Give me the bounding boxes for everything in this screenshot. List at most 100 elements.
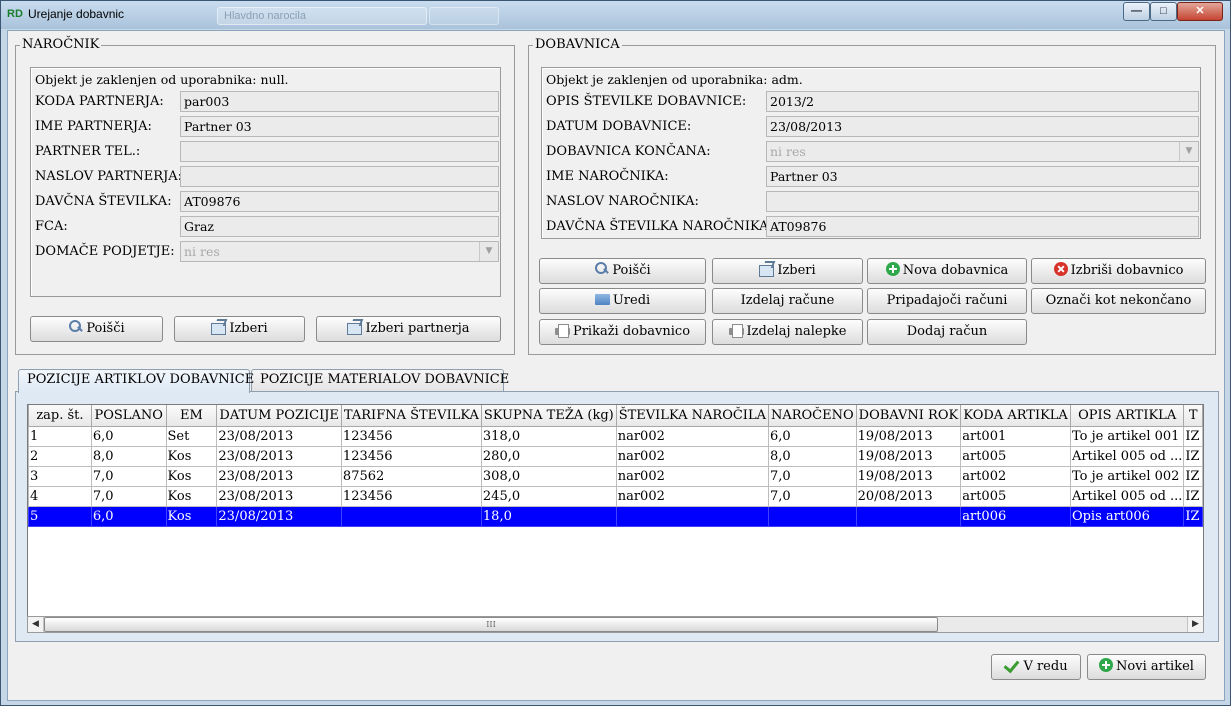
table-cell[interactable]: 20/08/2013: [855, 485, 962, 507]
dobavnica-search-button[interactable]: Poišči: [539, 258, 706, 284]
table-cell[interactable]: Kos: [165, 445, 218, 467]
table-row[interactable]: 1 6,0 Set 23/08/2013 123456 318,0 nar002 6,0 19/…: [28, 425, 1203, 447]
column-header[interactable]: TARIFNA ŠTEVILKA: [340, 405, 482, 427]
column-header[interactable]: NAROČENO: [767, 405, 857, 427]
column-header[interactable]: OPIS ARTIKLA: [1069, 405, 1185, 427]
table-cell[interactable]: art001: [960, 425, 1071, 447]
table-cell[interactable]: IZ: [1183, 425, 1203, 447]
pozicije-table[interactable]: zap. št. POSLANO EM DATUM POZICIJE TARIF…: [27, 404, 1204, 632]
table-cell[interactable]: 8,0: [767, 445, 857, 467]
table-cell[interactable]: 87562: [340, 465, 482, 487]
horizontal-scrollbar[interactable]: ◀ III ▶: [27, 616, 1204, 633]
column-header[interactable]: EM: [165, 405, 218, 427]
create-invoices-button[interactable]: Izdelaj račune: [712, 288, 863, 314]
table-cell[interactable]: 8,0: [90, 445, 167, 467]
chevron-down-icon[interactable]: ▼: [479, 242, 498, 261]
table-cell[interactable]: 23/08/2013: [216, 425, 342, 447]
ime-partnerja-input[interactable]: Partner 03: [180, 116, 499, 137]
davcna-stevilka-input[interactable]: AT09876: [180, 191, 499, 212]
table-cell[interactable]: 23/08/2013: [216, 485, 342, 507]
minimize-button[interactable]: —: [1123, 2, 1150, 21]
table-cell[interactable]: 7,0: [90, 465, 167, 487]
table-cell[interactable]: Kos: [165, 505, 218, 527]
koda-partnerja-input[interactable]: par003: [180, 91, 499, 112]
column-header[interactable]: ŠTEVILKA NAROČILA: [615, 405, 769, 427]
table-cell[interactable]: 308,0: [480, 465, 617, 487]
table-cell[interactable]: IZ: [1183, 445, 1203, 467]
table-cell[interactable]: 6,0: [90, 505, 167, 527]
edit-button[interactable]: Uredi: [539, 288, 706, 314]
scroll-right-icon[interactable]: ▶: [1187, 617, 1203, 632]
chevron-down-icon[interactable]: ▼: [1179, 142, 1198, 161]
table-cell[interactable]: IZ: [1183, 465, 1203, 487]
table-cell[interactable]: [340, 505, 482, 527]
table-cell[interactable]: 123456: [340, 445, 482, 467]
table-cell[interactable]: Opis art006: [1069, 505, 1185, 527]
table-cell[interactable]: Set: [165, 425, 218, 447]
table-cell[interactable]: [767, 505, 857, 527]
table-cell[interactable]: 123456: [340, 425, 482, 447]
naslov-partnerja-input[interactable]: [180, 166, 499, 187]
domace-podjetje-select[interactable]: ni res ▼: [180, 241, 499, 262]
table-cell[interactable]: 23/08/2013: [216, 505, 342, 527]
ok-button[interactable]: V redu: [991, 654, 1081, 680]
table-cell[interactable]: 1: [28, 425, 92, 447]
table-cell[interactable]: art005: [960, 445, 1071, 467]
fca-input[interactable]: Graz: [180, 216, 499, 237]
table-cell[interactable]: art005: [960, 485, 1071, 507]
column-header[interactable]: KODA ARTIKLA: [960, 405, 1071, 427]
table-cell[interactable]: [855, 505, 962, 527]
table-cell[interactable]: art002: [960, 465, 1071, 487]
table-cell[interactable]: To je artikel 001: [1069, 425, 1185, 447]
delete-dobavnica-button[interactable]: Izbriši dobavnico: [1031, 258, 1206, 284]
table-row[interactable]: 2 8,0 Kos 23/08/2013 123456 280,0 nar002 8,0 19/…: [28, 445, 1203, 467]
table-cell[interactable]: 2: [28, 445, 92, 467]
table-cell[interactable]: art006: [960, 505, 1071, 527]
scrollbar-thumb[interactable]: III: [44, 617, 938, 632]
table-cell[interactable]: 19/08/2013: [855, 445, 962, 467]
table-cell[interactable]: 318,0: [480, 425, 617, 447]
column-header[interactable]: SKUPNA TEŽA (kg): [480, 405, 617, 427]
table-cell[interactable]: IZ: [1183, 485, 1203, 507]
column-header[interactable]: T: [1183, 405, 1203, 427]
table-cell[interactable]: [615, 505, 769, 527]
table-cell[interactable]: nar002: [615, 465, 769, 487]
narocnik-select-button[interactable]: Izberi: [174, 316, 305, 342]
table-cell[interactable]: 7,0: [767, 465, 857, 487]
table-row-selected[interactable]: 5 6,0 Kos 23/08/2013 18,0 art006 Opis art006 IZ: [28, 505, 1203, 527]
table-cell[interactable]: 245,0: [480, 485, 617, 507]
table-cell[interactable]: nar002: [615, 485, 769, 507]
table-cell[interactable]: IZ: [1183, 505, 1203, 527]
table-cell[interactable]: Kos: [165, 485, 218, 507]
narocnik-search-button[interactable]: Poišči: [30, 316, 163, 342]
table-cell[interactable]: 3: [28, 465, 92, 487]
table-cell[interactable]: 23/08/2013: [216, 465, 342, 487]
partner-tel-input[interactable]: [180, 141, 499, 162]
opis-stevilke-input[interactable]: 2013/2: [766, 91, 1199, 112]
table-cell[interactable]: 280,0: [480, 445, 617, 467]
column-header[interactable]: DOBAVNI ROK: [855, 405, 962, 427]
davcna-narocnika-input[interactable]: AT09876: [766, 216, 1199, 237]
dobavnica-koncana-select[interactable]: ni res ▼: [766, 141, 1199, 162]
table-cell[interactable]: 23/08/2013: [216, 445, 342, 467]
scroll-left-icon[interactable]: ◀: [28, 617, 44, 632]
table-cell[interactable]: nar002: [615, 445, 769, 467]
table-cell[interactable]: 19/08/2013: [855, 425, 962, 447]
maximize-button[interactable]: □: [1150, 2, 1177, 21]
table-cell[interactable]: Artikel 005 od ...: [1069, 445, 1185, 467]
related-invoices-button[interactable]: Pripadajoči računi: [867, 288, 1027, 314]
table-cell[interactable]: 123456: [340, 485, 482, 507]
tab-pozicije-artiklov[interactable]: POZICIJE ARTIKLOV DOBAVNICE: [18, 369, 254, 393]
table-cell[interactable]: 7,0: [767, 485, 857, 507]
show-dobavnica-button[interactable]: Prikaži dobavnico: [539, 319, 706, 345]
dobavnica-select-button[interactable]: Izberi: [712, 258, 863, 284]
tab-pozicije-materialov[interactable]: POZICIJE MATERIALOV DOBAVNICE: [251, 369, 509, 392]
table-cell[interactable]: 7,0: [90, 485, 167, 507]
datum-dobavnice-input[interactable]: 23/08/2013: [766, 116, 1199, 137]
table-cell[interactable]: 18,0: [480, 505, 617, 527]
create-labels-button[interactable]: Izdelaj nalepke: [712, 319, 863, 345]
title-bar[interactable]: RD Urejanje dobavnic Hlavdno narocila — …: [1, 1, 1230, 29]
table-cell[interactable]: Artikel 005 od ...: [1069, 485, 1185, 507]
table-cell[interactable]: 6,0: [767, 425, 857, 447]
table-cell[interactable]: 4: [28, 485, 92, 507]
